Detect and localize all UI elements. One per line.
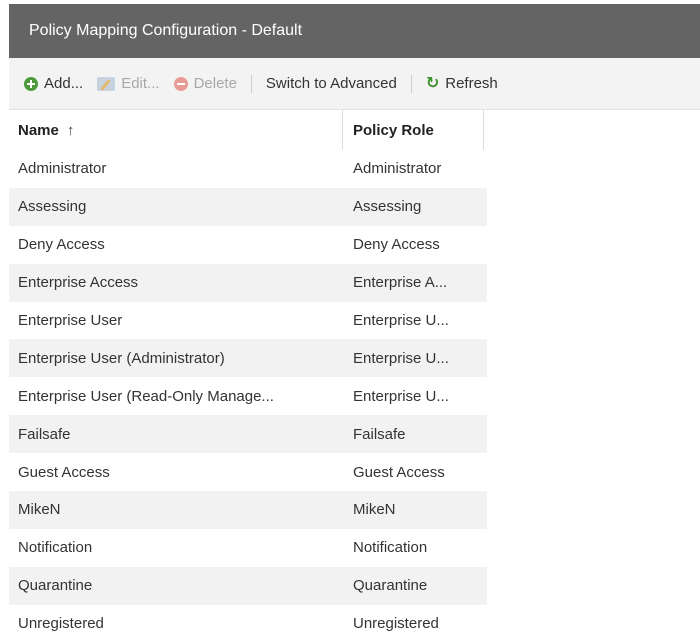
row-policy-role-cell: Failsafe	[353, 425, 406, 443]
row-policy-role-cell: Guest Access	[353, 463, 445, 481]
row-name-cell: Unregistered	[18, 615, 104, 633]
table-row[interactable]: Enterprise Access Enterprise A...	[9, 263, 487, 302]
table-row[interactable]: Notification Notification	[9, 528, 487, 567]
row-policy-role-cell: Assessing	[353, 198, 422, 216]
row-policy-role-cell: Deny Access	[353, 236, 440, 254]
row-policy-role-cell: Enterprise U...	[353, 349, 449, 367]
row-name-cell: Administrator	[18, 160, 107, 178]
refresh-button[interactable]: ↻ Refresh	[426, 75, 498, 92]
window-title-bar: Policy Mapping Configuration - Default	[9, 4, 700, 58]
row-name-cell: Enterprise User	[18, 312, 123, 329]
table-row[interactable]: Deny Access Deny Access	[9, 225, 487, 264]
policy-mapping-table: Name ↑ Policy Role Administrator Administ…	[9, 110, 487, 643]
table-row[interactable]: Failsafe Failsafe	[9, 415, 487, 454]
row-name-cell: Notification	[18, 539, 93, 557]
table-row[interactable]: Assessing Assessing	[9, 187, 487, 226]
row-name-cell: Guest Access	[18, 463, 110, 481]
row-name-cell: MikeN	[18, 501, 61, 519]
row-name-cell: Assessing	[18, 198, 87, 216]
table-body: Administrator Administrator Assessing Asses…	[9, 150, 487, 643]
add-button[interactable]: Add...	[24, 75, 83, 92]
row-policy-role-cell: Unregistered	[353, 615, 439, 633]
row-policy-role-cell: Quarantine	[353, 577, 428, 595]
row-policy-role-cell: Administrator	[353, 160, 442, 178]
row-name-cell: Enterprise User (Administrator)	[18, 349, 225, 367]
window-title: Policy Mapping Configuration - Default	[29, 22, 303, 39]
switch-to-advanced-label: Switch to Advanced	[265, 75, 397, 92]
table-row[interactable]: Enterprise User (Read-Only Manage... Ente…	[9, 377, 487, 416]
edit-button[interactable]: Edit...	[97, 75, 160, 92]
sort-ascending-icon: ↑	[66, 121, 75, 139]
row-name-cell: Enterprise User (Read-Only Manage...	[18, 387, 274, 405]
column-header-policy-role[interactable]: Policy Role	[343, 110, 484, 150]
add-icon	[24, 76, 38, 91]
column-header-name[interactable]: Name ↑	[9, 110, 343, 150]
column-header-name-label: Name	[18, 121, 59, 139]
toolbar-separator	[410, 74, 412, 93]
edit-icon	[97, 76, 116, 91]
column-header-policy-role-label: Policy Role	[353, 121, 434, 139]
toolbar-separator	[250, 74, 252, 93]
table-row[interactable]: MikeN MikeN	[9, 491, 487, 529]
table-header: Name ↑ Policy Role	[9, 110, 487, 150]
table-row[interactable]: Guest Access Guest Access	[9, 453, 487, 492]
table-row[interactable]: Quarantine Quarantine	[9, 566, 487, 605]
row-policy-role-cell: MikeN	[353, 501, 396, 519]
add-button-label: Add...	[44, 75, 84, 92]
edit-button-label: Edit...	[121, 75, 160, 92]
row-policy-role-cell: Enterprise U...	[353, 387, 449, 405]
delete-icon	[173, 76, 188, 91]
table-row[interactable]: Enterprise User Enterprise U...	[9, 301, 487, 340]
row-policy-role-cell: Enterprise A...	[353, 274, 448, 292]
row-name-cell: Failsafe	[18, 425, 71, 443]
row-name-cell: Enterprise Access	[18, 274, 139, 292]
toolbar: Add... Edit... Delete Switch to Advanced…	[9, 58, 700, 110]
delete-button-label: Delete	[193, 75, 237, 92]
row-policy-role-cell: Enterprise U...	[353, 312, 449, 329]
refresh-button-label: Refresh	[445, 75, 498, 92]
table-row[interactable]: Enterprise User (Administrator) Enterpris…	[9, 339, 487, 378]
delete-button[interactable]: Delete	[173, 75, 237, 92]
table-row[interactable]: Administrator Administrator	[9, 150, 487, 188]
row-policy-role-cell: Notification	[353, 539, 428, 557]
table-row[interactable]: Unregistered Unregistered	[9, 604, 487, 643]
row-name-cell: Quarantine	[18, 577, 93, 595]
switch-to-advanced-button[interactable]: Switch to Advanced	[266, 75, 397, 92]
row-name-cell: Deny Access	[18, 236, 105, 254]
refresh-icon: ↻	[425, 74, 440, 92]
